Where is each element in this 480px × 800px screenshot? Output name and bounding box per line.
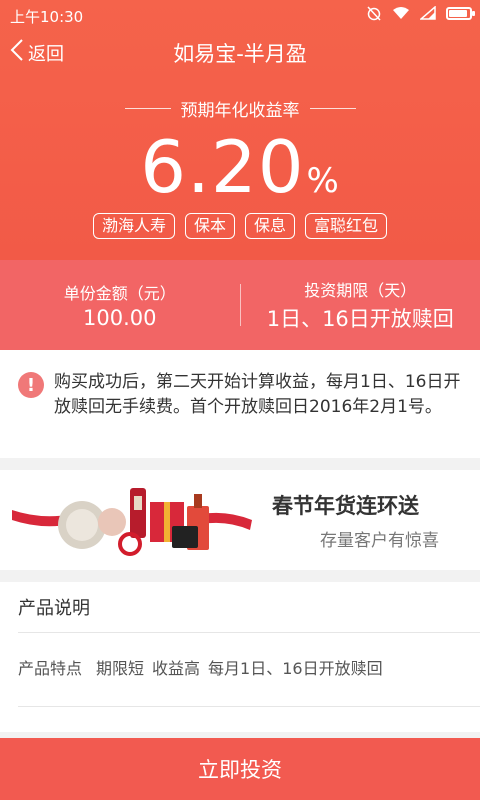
wifi-icon (392, 6, 410, 20)
rate-label-row: 预期年化收益率 (0, 96, 480, 121)
tag-principal-guaranteed: 保本 (184, 213, 235, 239)
description-divider-bottom (18, 706, 480, 707)
status-bar: 上午10:30 (0, 0, 480, 30)
rate-label: 预期年化收益率 (180, 101, 300, 121)
feature-row: 产品特点 期限短 收益高 每月1日、16日开放赎回 (18, 655, 383, 679)
promo-banner[interactable]: 春节年货连环送 存量客户有惊喜 (0, 470, 480, 570)
divider-right (309, 108, 356, 109)
feature-item: 每月1日、16日开放赎回 (208, 659, 383, 678)
alarm-off-icon (366, 5, 382, 21)
feature-item: 收益高 (152, 659, 201, 678)
unit-amount-value: 100.00 (83, 306, 157, 330)
gift-products-illustration (12, 488, 252, 556)
header-area: 上午10:30 返回 如易宝-半月盈 预期年化收益率 6.20% 渤海人寿 保本… (0, 0, 480, 260)
period-value: 1日、16日开放赎回 (266, 307, 454, 331)
status-time: 上午10:30 (10, 8, 84, 26)
rate-unit: % (306, 161, 340, 201)
banner-title: 春节年货连环送 (272, 494, 419, 518)
tag-red-packet: 富聪红包 (305, 213, 388, 239)
product-info-band: 单份金额（元） 100.00 投资期限（天） 1日、16日开放赎回 (0, 260, 480, 350)
period-label: 投资期限（天） (304, 281, 417, 300)
tag-insurer: 渤海人寿 (92, 213, 175, 239)
tag-interest-guaranteed: 保息 (245, 213, 296, 239)
rate-value: 6.20% (0, 122, 480, 226)
exclamation-icon: ! (18, 372, 44, 398)
battery-icon (446, 6, 475, 20)
description-divider (18, 632, 480, 633)
notice-text: 购买成功后，第二天开始计算收益，每月1日、16日开放赎回无手续费。首个开放赎回日… (54, 372, 461, 417)
nav-bar: 返回 如易宝-半月盈 (0, 30, 480, 76)
product-description: 产品说明 产品特点 期限短 收益高 每月1日、16日开放赎回 (0, 582, 480, 732)
status-icons (366, 5, 475, 21)
signal-icon (420, 6, 436, 20)
feature-item: 期限短 (96, 659, 145, 678)
page-title: 如易宝-半月盈 (173, 42, 307, 66)
description-title: 产品说明 (18, 598, 90, 619)
divider-left (124, 108, 171, 109)
invest-now-button[interactable]: 立即投资 (0, 738, 480, 800)
feature-label: 产品特点 (18, 659, 83, 678)
investment-period: 投资期限（天） 1日、16日开放赎回 (241, 260, 480, 350)
notice-box: ! 购买成功后，第二天开始计算收益，每月1日、16日开放赎回无手续费。首个开放赎… (0, 350, 480, 458)
banner-subtitle: 存量客户有惊喜 (320, 531, 439, 551)
tag-list: 渤海人寿 保本 保息 富聪红包 (0, 213, 480, 239)
rate-number: 6.20 (140, 125, 305, 209)
unit-amount-label: 单份金额（元） (63, 284, 176, 303)
unit-amount: 单份金额（元） 100.00 (0, 260, 240, 350)
